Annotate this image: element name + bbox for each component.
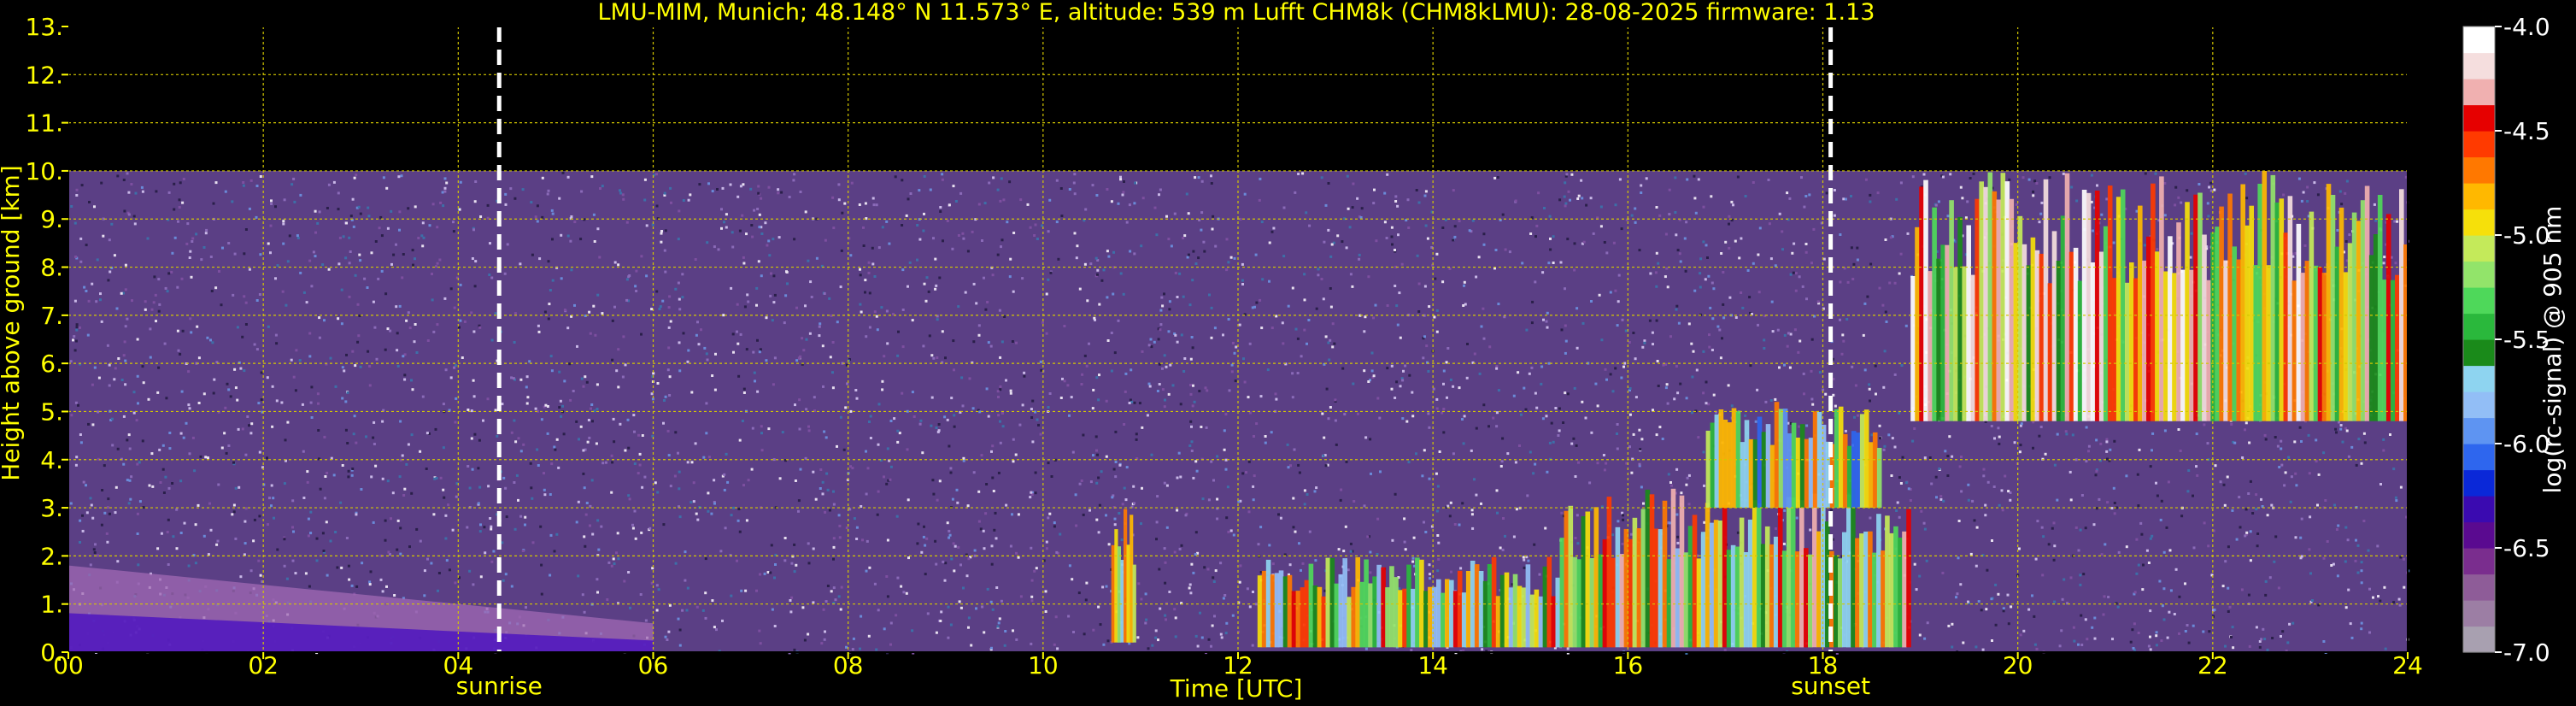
feature-cirrus-5 xyxy=(1910,171,2409,421)
y-tick-label: 6. xyxy=(40,350,63,378)
x-tick-label: 22 xyxy=(2198,651,2228,680)
colorbar-segment xyxy=(2463,235,2495,262)
x-tick-label: 18 xyxy=(1808,651,1839,680)
y-tick-label: 5. xyxy=(40,397,63,426)
colorbar-segment xyxy=(2463,131,2495,158)
colorbar-segment xyxy=(2463,287,2495,315)
y-tick-label: 2. xyxy=(40,542,63,570)
colorbar-segment xyxy=(2463,444,2495,471)
colorbar-segment xyxy=(2463,79,2495,106)
y-tick-label: 3. xyxy=(40,494,63,522)
x-tick-label: 08 xyxy=(833,651,864,680)
colorbar-segment xyxy=(2463,574,2495,601)
colorbar-segment xyxy=(2463,313,2495,340)
y-tick-label: 1. xyxy=(40,591,63,619)
colorbar-segment xyxy=(2463,365,2495,392)
colorbar-segment xyxy=(2463,417,2495,444)
colorbar-segment xyxy=(2463,391,2495,419)
x-tick-label: 04 xyxy=(443,651,474,680)
colorbar-segment xyxy=(2463,26,2495,54)
colorbar-tick-label: -6.5 xyxy=(2503,534,2550,562)
colorbar-segment xyxy=(2463,469,2495,497)
colorbar-segment xyxy=(2463,548,2495,575)
colorbar-segment xyxy=(2463,104,2495,132)
colorbar-segment xyxy=(2463,183,2495,210)
colorbar-tick-label: -4.0 xyxy=(2503,13,2550,41)
colorbar-tick-label: -7.0 xyxy=(2503,638,2550,667)
colorbar-segment xyxy=(2463,496,2495,523)
colorbar-segment xyxy=(2463,626,2495,653)
x-tick-label: 10 xyxy=(1028,651,1059,680)
y-axis-label: Height above ground [km] xyxy=(0,165,25,481)
x-tick-label: 16 xyxy=(1613,651,1644,680)
x-tick-label: 06 xyxy=(638,651,669,680)
y-tick-label: 4. xyxy=(40,446,63,474)
x-tick-label: 14 xyxy=(1417,651,1448,680)
y-tick-label: 10. xyxy=(25,157,63,185)
y-tick-label: 13. xyxy=(25,13,63,41)
chart-title: LMU-MIM, Munich; 48.148° N 11.573° E, al… xyxy=(598,0,1875,26)
x-axis-label: Time [UTC] xyxy=(1170,674,1303,703)
colorbar-segment xyxy=(2463,261,2495,288)
plot-area xyxy=(68,26,2410,655)
y-tick-label: 8. xyxy=(40,254,63,282)
x-tick-label: 20 xyxy=(2003,651,2033,680)
x-tick-label: 02 xyxy=(248,651,279,680)
colorbar-segment xyxy=(2463,209,2495,236)
y-tick-label: 12. xyxy=(25,61,63,89)
colorbar-tick-label: -4.5 xyxy=(2503,117,2550,145)
x-tick-label: 24 xyxy=(2392,651,2423,680)
colorbar-segment xyxy=(2463,52,2495,79)
ceilometer-chart: sunrise sunset 00 02 04 06 08 10 12 14 16 18 20 22 24… xyxy=(0,0,2567,703)
colorbar-segment xyxy=(2463,521,2495,549)
y-tick-label: 7. xyxy=(40,302,63,330)
y-tick-label: 11. xyxy=(25,109,63,138)
colorbar-segment xyxy=(2463,600,2495,627)
y-tick-label: 0. xyxy=(40,638,63,667)
y-tick-label: 9. xyxy=(40,205,63,233)
colorbar: -7.0-6.5-6.0-5.5-5.0-4.5-4.0 xyxy=(2462,13,2550,667)
colorbar-segment xyxy=(2463,339,2495,367)
colorbar-segment xyxy=(2463,156,2495,184)
colorbar-label: log(rc-signal) @ 905 nm xyxy=(2538,206,2567,494)
